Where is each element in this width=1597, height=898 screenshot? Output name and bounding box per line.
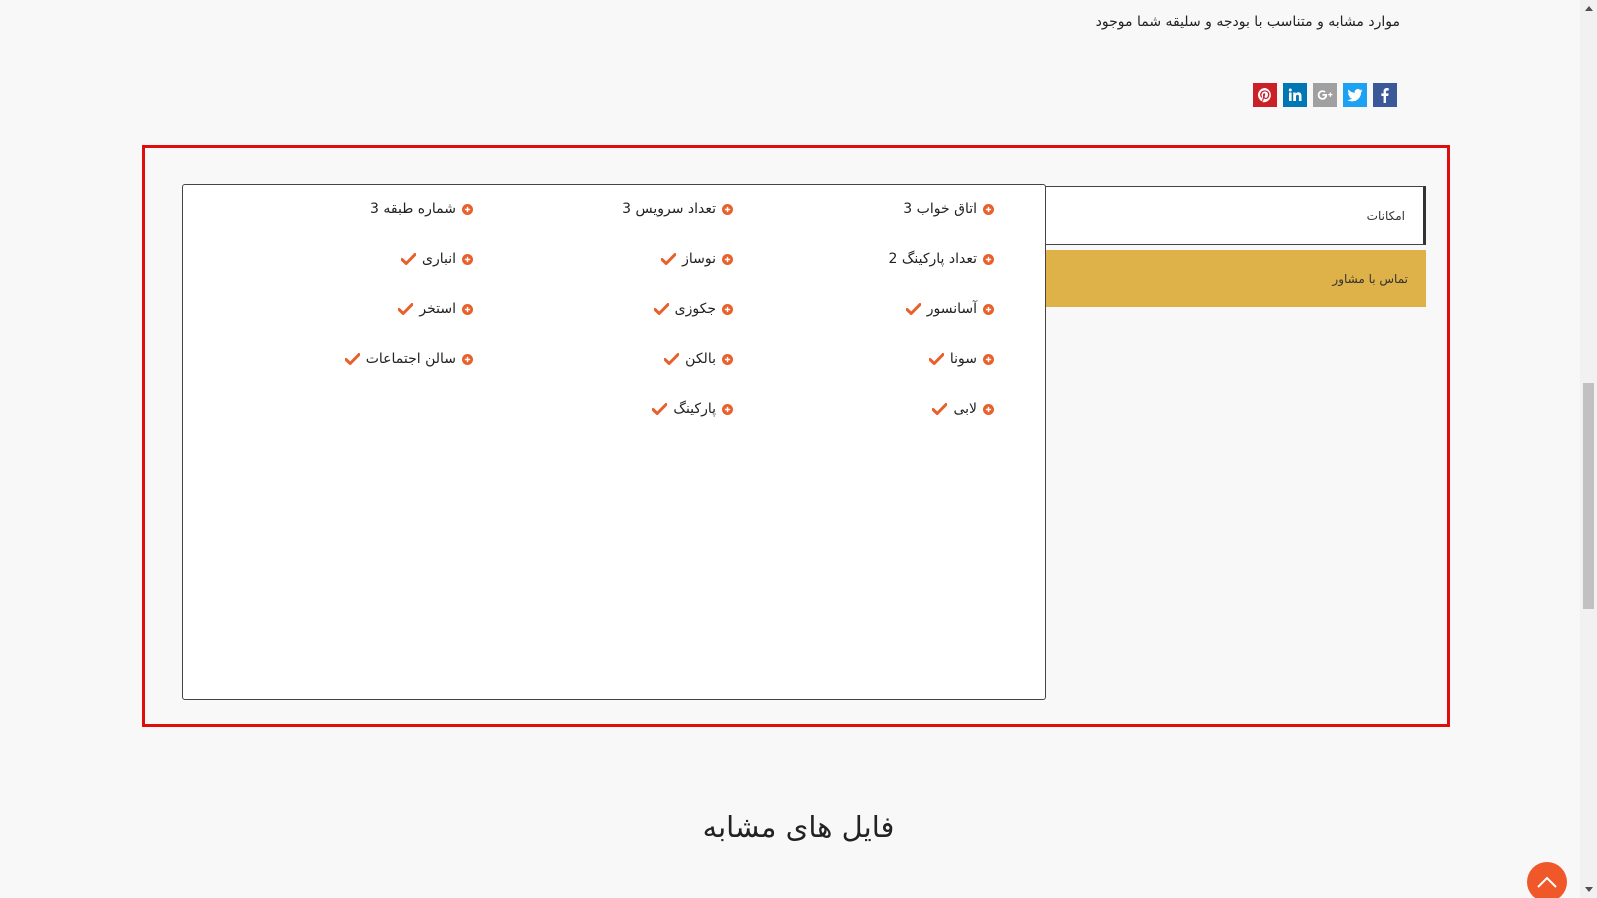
feature-item: سونا — [928, 351, 994, 367]
tab-features[interactable]: امکانات — [1035, 186, 1426, 245]
tab-contact-agent[interactable]: تماس با مشاور — [1035, 250, 1426, 307]
plus-circle-icon — [462, 353, 473, 365]
plus-circle-icon — [983, 403, 994, 415]
plus-circle-icon — [983, 353, 994, 365]
chevron-up-icon — [1537, 876, 1557, 888]
feature-item: نوساز — [661, 251, 733, 267]
feature-label: سالن اجتماعات — [365, 351, 456, 367]
checkmark-icon — [928, 353, 944, 365]
feature-item: لابی — [932, 401, 994, 417]
plus-circle-icon — [462, 253, 473, 265]
scroll-up-button[interactable] — [1580, 0, 1597, 17]
feature-label: پارکینگ — [673, 401, 716, 417]
page: موارد مشابه و متناسب با بودجه و سلیقه شم… — [0, 0, 1597, 898]
plus-circle-icon — [983, 303, 994, 315]
feature-label: تعداد پارکینگ 2 — [888, 251, 977, 267]
feature-label: بالکن — [685, 351, 716, 367]
feature-item: تعداد پارکینگ 2 — [888, 251, 994, 267]
scrollbar[interactable] — [1580, 0, 1597, 898]
plus-circle-icon — [983, 203, 994, 215]
triangle-up-icon — [1584, 6, 1593, 11]
plus-circle-icon — [462, 303, 473, 315]
plus-circle-icon — [722, 253, 733, 265]
triangle-down-icon — [1584, 887, 1593, 892]
feature-label: لابی — [953, 401, 977, 417]
share-bar — [1253, 83, 1397, 107]
pinterest-icon — [1257, 88, 1271, 103]
scroll-thumb[interactable] — [1583, 383, 1594, 609]
checkmark-icon — [401, 253, 416, 265]
tab-features-label: امکانات — [1366, 208, 1405, 223]
checkmark-icon — [661, 253, 677, 265]
feature-label: سونا — [949, 351, 977, 367]
checkmark-icon — [398, 303, 414, 315]
twitter-icon — [1347, 89, 1363, 102]
plus-circle-icon — [722, 203, 733, 215]
feature-label: شماره طبقه 3 — [370, 201, 456, 217]
linkedin-share-button[interactable] — [1283, 83, 1307, 107]
feature-item: بالکن — [664, 351, 733, 367]
feature-label: آسانسور — [926, 301, 977, 317]
checkmark-icon — [905, 303, 921, 315]
feature-item: اتاق خواب 3 — [903, 201, 994, 217]
back-to-top-button[interactable] — [1527, 862, 1567, 898]
linkedin-icon — [1288, 88, 1302, 101]
checkmark-icon — [652, 403, 668, 415]
checkmark-icon — [653, 303, 669, 315]
feature-item: سالن اجتماعات — [344, 351, 473, 367]
google-plus-share-button[interactable] — [1313, 83, 1337, 107]
similar-files-title: فایل های مشابه — [702, 810, 895, 844]
feature-item: پارکینگ — [652, 401, 733, 417]
plus-circle-icon — [983, 253, 994, 265]
feature-item: شماره طبقه 3 — [370, 201, 473, 217]
feature-label: تعداد سرویس 3 — [622, 201, 716, 217]
feature-item: جکوزی — [653, 301, 733, 317]
facebook-share-button[interactable] — [1373, 83, 1397, 107]
checkmark-icon — [344, 353, 360, 365]
checkmark-icon — [932, 403, 948, 415]
feature-label: نوساز — [682, 251, 716, 267]
feature-label: اتاق خواب 3 — [903, 201, 977, 217]
tab-contact-label: تماس با مشاور — [1332, 271, 1408, 286]
plus-circle-icon — [722, 303, 733, 315]
feature-item: استخر — [398, 301, 473, 317]
features-panel: اتاق خواب 3 تعداد پارکینگ 2 آسانسور سونا لاب… — [182, 184, 1046, 700]
facebook-icon — [1381, 88, 1389, 103]
plus-circle-icon — [462, 203, 473, 215]
feature-label: جکوزی — [674, 301, 716, 317]
feature-label: انباری — [422, 251, 456, 267]
feature-label: استخر — [419, 301, 456, 317]
twitter-share-button[interactable] — [1343, 83, 1367, 107]
plus-circle-icon — [722, 403, 733, 415]
plus-circle-icon — [722, 353, 733, 365]
scroll-down-button[interactable] — [1580, 881, 1597, 898]
feature-item: تعداد سرویس 3 — [622, 201, 733, 217]
feature-item: آسانسور — [905, 301, 994, 317]
property-description: موارد مشابه و متناسب با بودجه و سلیقه شم… — [1095, 14, 1400, 30]
pinterest-share-button[interactable] — [1253, 83, 1277, 107]
feature-item: انباری — [401, 251, 473, 267]
checkmark-icon — [664, 353, 680, 365]
google-plus-icon — [1317, 90, 1333, 100]
